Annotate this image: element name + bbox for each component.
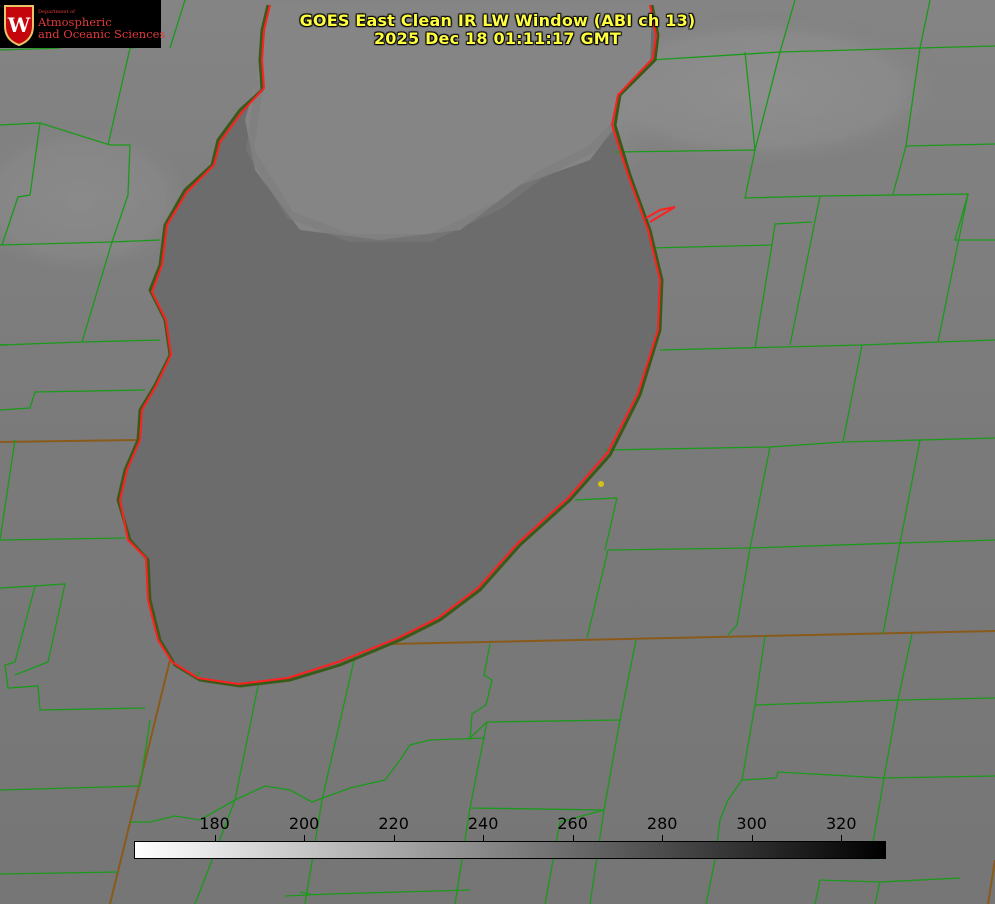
colorbar-tick-label: 280 [646, 814, 678, 833]
colorbar-tick-label: 320 [825, 814, 857, 833]
station-marker [598, 481, 604, 487]
colorbar-tick-mark [393, 835, 395, 842]
colorbar-tick-mark [841, 835, 843, 842]
image-timestamp: 2025 Dec 18 01:11:17 GMT [373, 29, 622, 48]
colorbar-tick-mark [751, 835, 753, 842]
colorbar-tick-label: 300 [736, 814, 767, 833]
colorbar-tick-mark [662, 835, 664, 842]
colorbar-tick-label: 260 [557, 814, 588, 833]
colorbar-tick-label: 200 [288, 814, 320, 833]
colorbar-tick-label: 240 [467, 814, 499, 833]
satellite-image-view: W Department of Atmospheric and Oceanic … [0, 0, 995, 904]
colorbar-tick-mark [572, 835, 574, 842]
colorbar-tick-label: 180 [199, 814, 230, 833]
colorbar-tick-mark [483, 835, 485, 842]
satellite-map [0, 0, 995, 904]
colorbar-tick-label: 220 [378, 814, 409, 833]
colorbar-tick-mark [304, 835, 306, 842]
colorbar [134, 841, 886, 859]
image-title: GOES East Clean IR LW Window (ABI ch 13) [299, 11, 696, 30]
colorbar-tick-mark [214, 835, 216, 842]
